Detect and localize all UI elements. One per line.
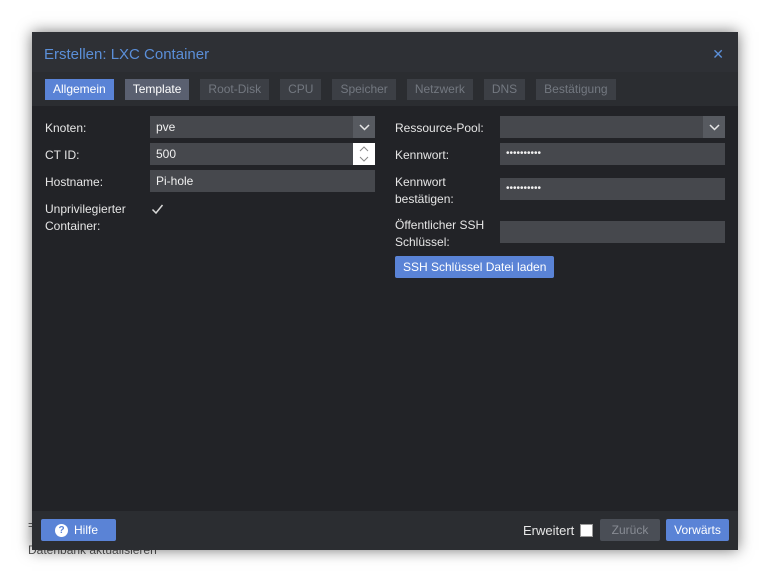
pool-label: Ressource-Pool: [395,121,484,135]
password-label: Kennwort: [395,148,450,162]
ssh-key-label-line1: Öffentlicher SSH [395,218,485,232]
unprivileged-label-line2: Container: [45,219,101,233]
chevron-down-icon[interactable] [353,116,375,138]
tab-allgemein[interactable]: Allgemein [45,79,114,100]
dialog-content: Knoten: pve CT ID: 500 Hostname: Pi-hole… [32,106,738,511]
question-circle-icon: ? [55,524,68,538]
tab-bestaetigung[interactable]: Bestätigung [536,79,616,100]
confirm-password-value: •••••••••• [506,183,542,194]
confirm-password-label-line2: bestätigen: [395,192,454,206]
ssh-key-input[interactable] [500,221,725,243]
tab-dns[interactable]: DNS [483,79,526,100]
back-button[interactable]: Zurück [600,519,660,541]
wizard-tabs: Allgemein Template Root-Disk CPU Speiche… [45,79,616,100]
ctid-input[interactable]: 500 [150,143,375,165]
confirm-password-label-line1: Kennwort [395,175,446,189]
confirm-password-input[interactable]: •••••••••• [500,178,725,200]
tab-root-disk[interactable]: Root-Disk [200,79,270,100]
tab-netzwerk[interactable]: Netzwerk [406,79,473,100]
advanced-label: Erweitert [523,523,575,538]
hostname-value: Pi-hole [156,174,194,188]
next-button[interactable]: Vorwärts [666,519,729,541]
checkmark-icon [151,204,164,215]
close-icon[interactable]: ✕ [712,46,724,63]
unprivileged-label-line1: Unprivilegierter [45,202,126,216]
dialog-titlebar: Erstellen: LXC Container ✕ [32,32,738,72]
unprivileged-checkbox[interactable] [151,203,164,216]
ssh-key-label-line2: Schlüssel: [395,235,450,249]
pool-select[interactable] [500,116,725,138]
tab-cpu[interactable]: CPU [280,79,322,100]
ctid-value: 500 [156,147,177,161]
dialog-title: Erstellen: LXC Container [44,46,210,63]
tab-template[interactable]: Template [124,79,190,100]
hostname-label: Hostname: [45,175,104,189]
node-label: Knoten: [45,121,87,135]
spinner-icon[interactable] [353,143,375,165]
chevron-down-icon[interactable] [703,116,725,138]
advanced-checkbox[interactable] [580,524,593,537]
tab-speicher[interactable]: Speicher [332,79,396,100]
create-lxc-dialog: Erstellen: LXC Container ✕ Allgemein Tem… [32,32,738,550]
hostname-input[interactable]: Pi-hole [150,170,375,192]
help-button-label: Hilfe [74,523,99,537]
node-select[interactable]: pve [150,116,375,138]
help-button[interactable]: ? Hilfe [41,519,116,541]
ctid-label: CT ID: [45,148,80,162]
password-value: •••••••••• [506,148,542,159]
load-ssh-key-button[interactable]: SSH Schlüssel Datei laden [395,256,555,278]
node-value: pve [156,120,176,134]
password-input[interactable]: •••••••••• [500,143,725,165]
